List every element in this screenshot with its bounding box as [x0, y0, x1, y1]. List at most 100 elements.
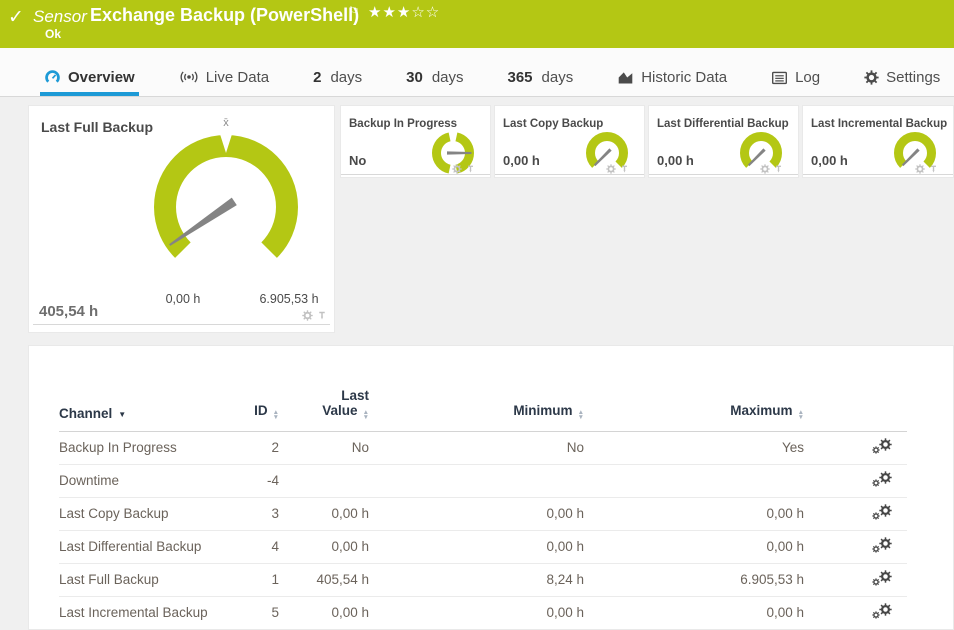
status-badge: Ok — [45, 27, 61, 41]
tab-30-days[interactable]: 30 days — [402, 48, 467, 96]
table-row: Backup In Progress 2 No No Yes — [59, 431, 907, 464]
gear-icon — [864, 70, 879, 85]
column-header-id[interactable]: ID▲▼ — [254, 346, 279, 431]
tab-365-days[interactable]: 365 days — [504, 48, 578, 96]
historic-chart-icon — [617, 69, 634, 86]
gauge-value: 0,00 h — [811, 153, 848, 168]
channel-table: Channel▼ ID▲▼ Last Value▲▼ Minimum▲▼ Max… — [59, 346, 907, 630]
priority-flag-icon[interactable]: ⚐ — [348, 4, 360, 20]
sort-arrows-icon: ▲▼ — [798, 410, 804, 421]
channel-settings-icon[interactable] — [872, 504, 892, 520]
pin-icon[interactable] — [774, 164, 783, 174]
gauge-value: 405,54 h — [39, 303, 98, 320]
channel-name-cell: Last Incremental Backup — [59, 596, 254, 629]
channel-settings-icon[interactable] — [872, 570, 892, 586]
sort-arrows-icon: ▲▼ — [273, 410, 279, 421]
panel-divider — [341, 174, 490, 175]
sort-arrows-icon: ▲▼ — [363, 410, 369, 421]
channel-settings-icon[interactable] — [872, 537, 892, 553]
minimum-cell: 0,00 h — [369, 497, 584, 530]
channel-name-cell: Last Differential Backup — [59, 530, 254, 563]
channel-id-cell: 5 — [254, 596, 279, 629]
channel-id-cell: 1 — [254, 563, 279, 596]
sort-caret-icon: ▼ — [118, 410, 126, 419]
table-row: Last Differential Backup 4 0,00 h 0,00 h… — [59, 530, 907, 563]
panel-divider — [649, 174, 798, 175]
channel-name-cell: Last Full Backup — [59, 563, 254, 596]
tab-overview[interactable]: Overview — [40, 48, 139, 96]
minimum-cell — [369, 464, 584, 497]
gear-icon[interactable] — [452, 164, 462, 174]
sort-arrows-icon: ▲▼ — [578, 410, 584, 421]
table-row: Last Incremental Backup 5 0,00 h 0,00 h … — [59, 596, 907, 629]
tab-bar: Overview Live Data 2 days 30 days 365 da… — [0, 48, 954, 97]
last-value-cell: 0,00 h — [279, 497, 369, 530]
column-header-channel[interactable]: Channel▼ — [59, 346, 254, 431]
pin-icon[interactable] — [620, 164, 629, 174]
gauge-panel-last-full-backup[interactable]: Last Full Backup x̄ 0,00 h 6.905,53 h 40… — [28, 105, 335, 333]
sensor-title: Exchange Backup (PowerShell) — [90, 5, 359, 26]
maximum-cell: 0,00 h — [584, 497, 804, 530]
gauge-panel-last-copy-backup[interactable]: Last Copy Backup 0,00 h — [494, 105, 645, 178]
maximum-cell: 0,00 h — [584, 596, 804, 629]
table-row: Last Copy Backup 3 0,00 h 0,00 h 0,00 h — [59, 497, 907, 530]
gear-icon[interactable] — [915, 164, 925, 174]
gauge-max-label: 6.905,53 h — [243, 292, 335, 306]
object-kind-label: Sensor — [33, 7, 87, 27]
minimum-cell: 8,24 h — [369, 563, 584, 596]
last-value-cell: No — [279, 431, 369, 464]
channel-settings-icon[interactable] — [872, 603, 892, 619]
maximum-cell: 0,00 h — [584, 530, 804, 563]
gauge-value: 0,00 h — [503, 153, 540, 168]
column-header-minimum[interactable]: Minimum▲▼ — [369, 346, 584, 431]
pin-icon[interactable] — [929, 164, 938, 174]
panel-divider — [803, 174, 953, 175]
minimum-cell: No — [369, 431, 584, 464]
table-row: Downtime -4 — [59, 464, 907, 497]
maximum-cell: 6.905,53 h — [584, 563, 804, 596]
gauge-panel-last-differential-backup[interactable]: Last Differential Backup 0,00 h — [648, 105, 799, 178]
channel-name-cell: Backup In Progress — [59, 431, 254, 464]
gauge-value: 0,00 h — [657, 153, 694, 168]
sensor-header: ✓ Sensor Exchange Backup (PowerShell) ⚐ … — [0, 0, 954, 48]
maximum-cell — [584, 464, 804, 497]
maximum-cell: Yes — [584, 431, 804, 464]
channel-id-cell: 4 — [254, 530, 279, 563]
last-value-cell: 0,00 h — [279, 596, 369, 629]
tab-settings[interactable]: Settings — [860, 48, 944, 96]
channel-name-cell: Downtime — [59, 464, 254, 497]
gauge-panel-last-incremental-backup[interactable]: Last Incremental Backup 0,00 h — [802, 105, 954, 178]
pin-icon[interactable] — [317, 310, 327, 321]
tab-historic-data[interactable]: Historic Data — [613, 48, 731, 96]
table-header-row: Channel▼ ID▲▼ Last Value▲▼ Minimum▲▼ Max… — [59, 346, 907, 431]
gear-icon[interactable] — [760, 164, 770, 174]
live-data-icon — [179, 68, 199, 86]
tab-log[interactable]: Log — [767, 48, 824, 96]
gauge-icon — [44, 69, 61, 86]
gear-icon[interactable] — [606, 164, 616, 174]
pin-icon[interactable] — [466, 164, 475, 174]
channel-table-panel: Channel▼ ID▲▼ Last Value▲▼ Minimum▲▼ Max… — [28, 345, 954, 630]
priority-stars[interactable]: ★★★☆☆ — [368, 3, 440, 21]
log-list-icon — [771, 69, 788, 86]
gauge-panel-backup-in-progress[interactable]: Backup In Progress No — [340, 105, 491, 178]
panel-divider — [33, 324, 330, 325]
gauge-min-label: 0,00 h — [143, 292, 223, 306]
last-value-cell — [279, 464, 369, 497]
column-header-maximum[interactable]: Maximum▲▼ — [584, 346, 804, 431]
minimum-cell: 0,00 h — [369, 530, 584, 563]
channel-id-cell: 3 — [254, 497, 279, 530]
panel-divider — [495, 174, 644, 175]
channel-settings-icon[interactable] — [872, 438, 892, 454]
gear-icon[interactable] — [302, 310, 313, 321]
tab-2-days[interactable]: 2 days — [309, 48, 366, 96]
gauge-row: Last Full Backup x̄ 0,00 h 6.905,53 h 40… — [28, 105, 954, 333]
last-value-cell: 0,00 h — [279, 530, 369, 563]
table-row: Last Full Backup 1 405,54 h 8,24 h 6.905… — [59, 563, 907, 596]
column-header-settings — [804, 346, 907, 431]
channel-name-cell: Last Copy Backup — [59, 497, 254, 530]
tab-live-data[interactable]: Live Data — [175, 48, 273, 96]
channel-settings-icon[interactable] — [872, 471, 892, 487]
channel-id-cell: -4 — [254, 464, 279, 497]
column-header-last-value[interactable]: Last Value▲▼ — [279, 346, 369, 431]
